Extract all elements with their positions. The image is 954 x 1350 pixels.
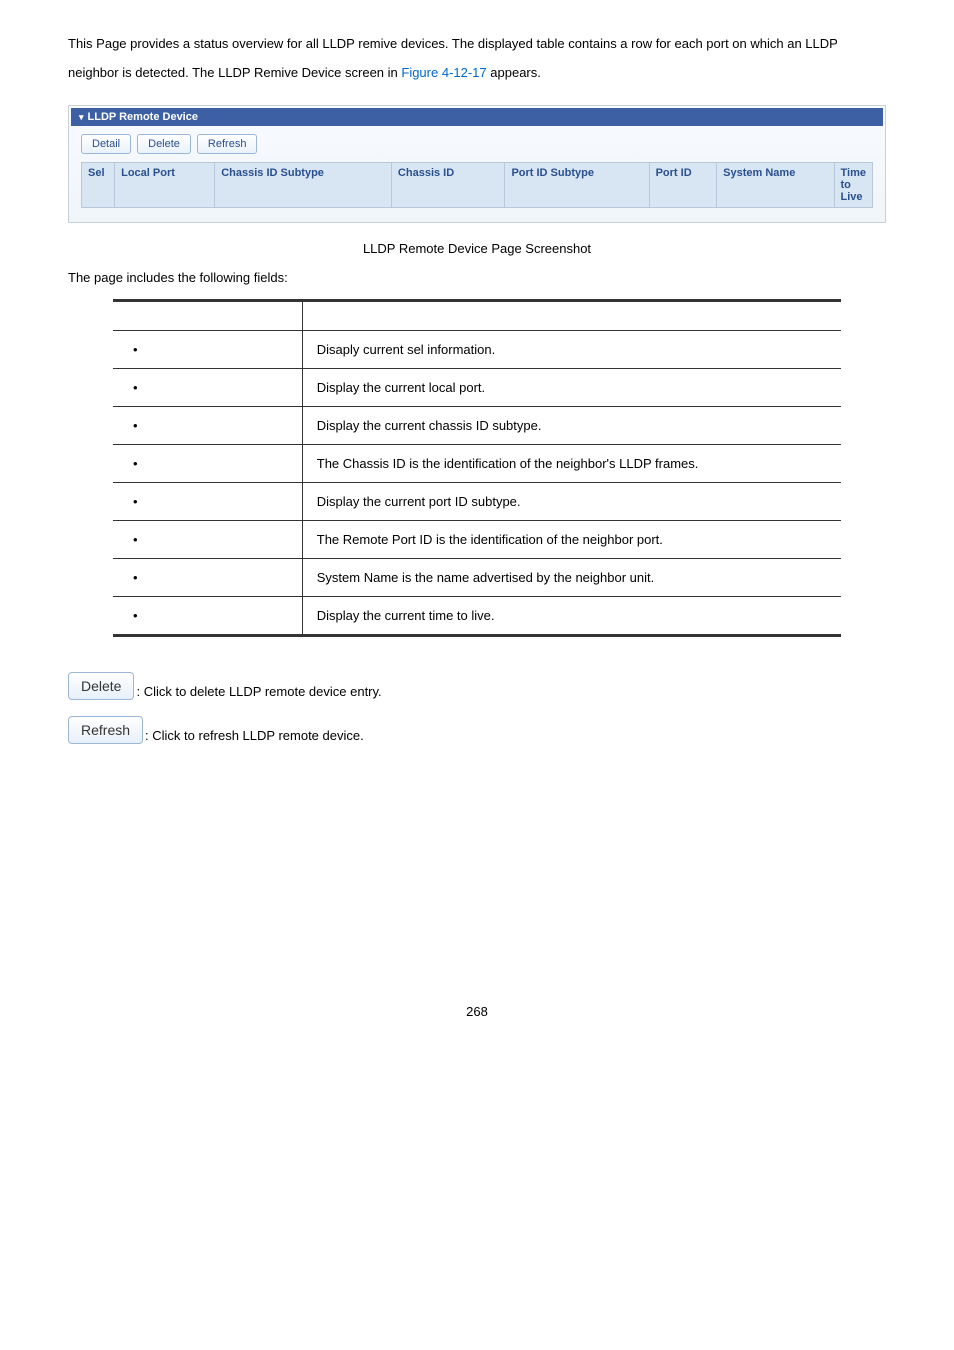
col-port-id-subtype: Port ID Subtype [505,163,649,207]
fields-header-blank-2 [302,301,841,331]
delete-button-description-row: Delete : Click to delete LLDP remote dev… [68,672,886,700]
col-system-name: System Name [717,163,834,207]
field-name [113,369,302,407]
table-row: The Remote Port ID is the identification… [113,521,841,559]
refresh-button-desc: : Click to refresh LLDP remote device. [145,728,364,744]
delete-button-image[interactable]: Delete [68,672,134,700]
chevron-down-icon: ▾ [79,112,84,123]
field-desc: The Remote Port ID is the identification… [302,521,841,559]
panel-titlebar: ▾ LLDP Remote Device [71,108,883,126]
field-name [113,445,302,483]
intro-paragraph: This Page provides a status overview for… [68,30,886,87]
field-name [113,331,302,369]
fields-header-blank-1 [113,301,302,331]
delete-button-desc: : Click to delete LLDP remote device ent… [136,684,381,700]
fields-header-row [113,301,841,331]
detail-button[interactable]: Detail [81,134,131,154]
lldp-remote-device-panel: ▾ LLDP Remote Device Detail Delete Refre… [68,105,886,223]
fields-table: Disaply current sel information. Display… [113,299,841,637]
panel-title: LLDP Remote Device [88,111,198,123]
table-row: The Chassis ID is the identification of … [113,445,841,483]
col-local-port: Local Port [115,163,215,207]
field-desc: The Chassis ID is the identification of … [302,445,841,483]
table-row: Display the current chassis ID subtype. [113,407,841,445]
field-desc: System Name is the name advertised by th… [302,559,841,597]
grid-header-row: Sel Local Port Chassis ID Subtype Chassi… [81,162,873,208]
table-row: Display the current local port. [113,369,841,407]
field-desc: Display the current chassis ID subtype. [302,407,841,445]
delete-button[interactable]: Delete [137,134,191,154]
field-name [113,597,302,636]
col-sel: Sel [82,163,115,207]
table-row: System Name is the name advertised by th… [113,559,841,597]
col-time-to-live: Time to Live [835,163,872,207]
field-name [113,407,302,445]
intro-text-2: appears. [487,65,541,80]
col-port-id: Port ID [650,163,718,207]
table-row: Display the current time to live. [113,597,841,636]
col-chassis-id-subtype: Chassis ID Subtype [215,163,392,207]
field-desc: Disaply current sel information. [302,331,841,369]
field-desc: Display the current local port. [302,369,841,407]
panel-button-row: Detail Delete Refresh [71,126,883,162]
screenshot-caption: LLDP Remote Device Page Screenshot [68,241,886,256]
col-chassis-id: Chassis ID [392,163,506,207]
refresh-button[interactable]: Refresh [197,134,258,154]
table-row: Display the current port ID subtype. [113,483,841,521]
figure-link[interactable]: Figure 4-12-17 [401,65,486,80]
field-name [113,483,302,521]
fields-intro: The page includes the following fields: [68,270,886,285]
field-desc: Display the current time to live. [302,597,841,636]
refresh-button-image[interactable]: Refresh [68,716,143,744]
field-name [113,559,302,597]
field-desc: Display the current port ID subtype. [302,483,841,521]
table-row: Disaply current sel information. [113,331,841,369]
page-number: 268 [68,1004,886,1019]
field-name [113,521,302,559]
refresh-button-description-row: Refresh : Click to refresh LLDP remote d… [68,716,886,744]
